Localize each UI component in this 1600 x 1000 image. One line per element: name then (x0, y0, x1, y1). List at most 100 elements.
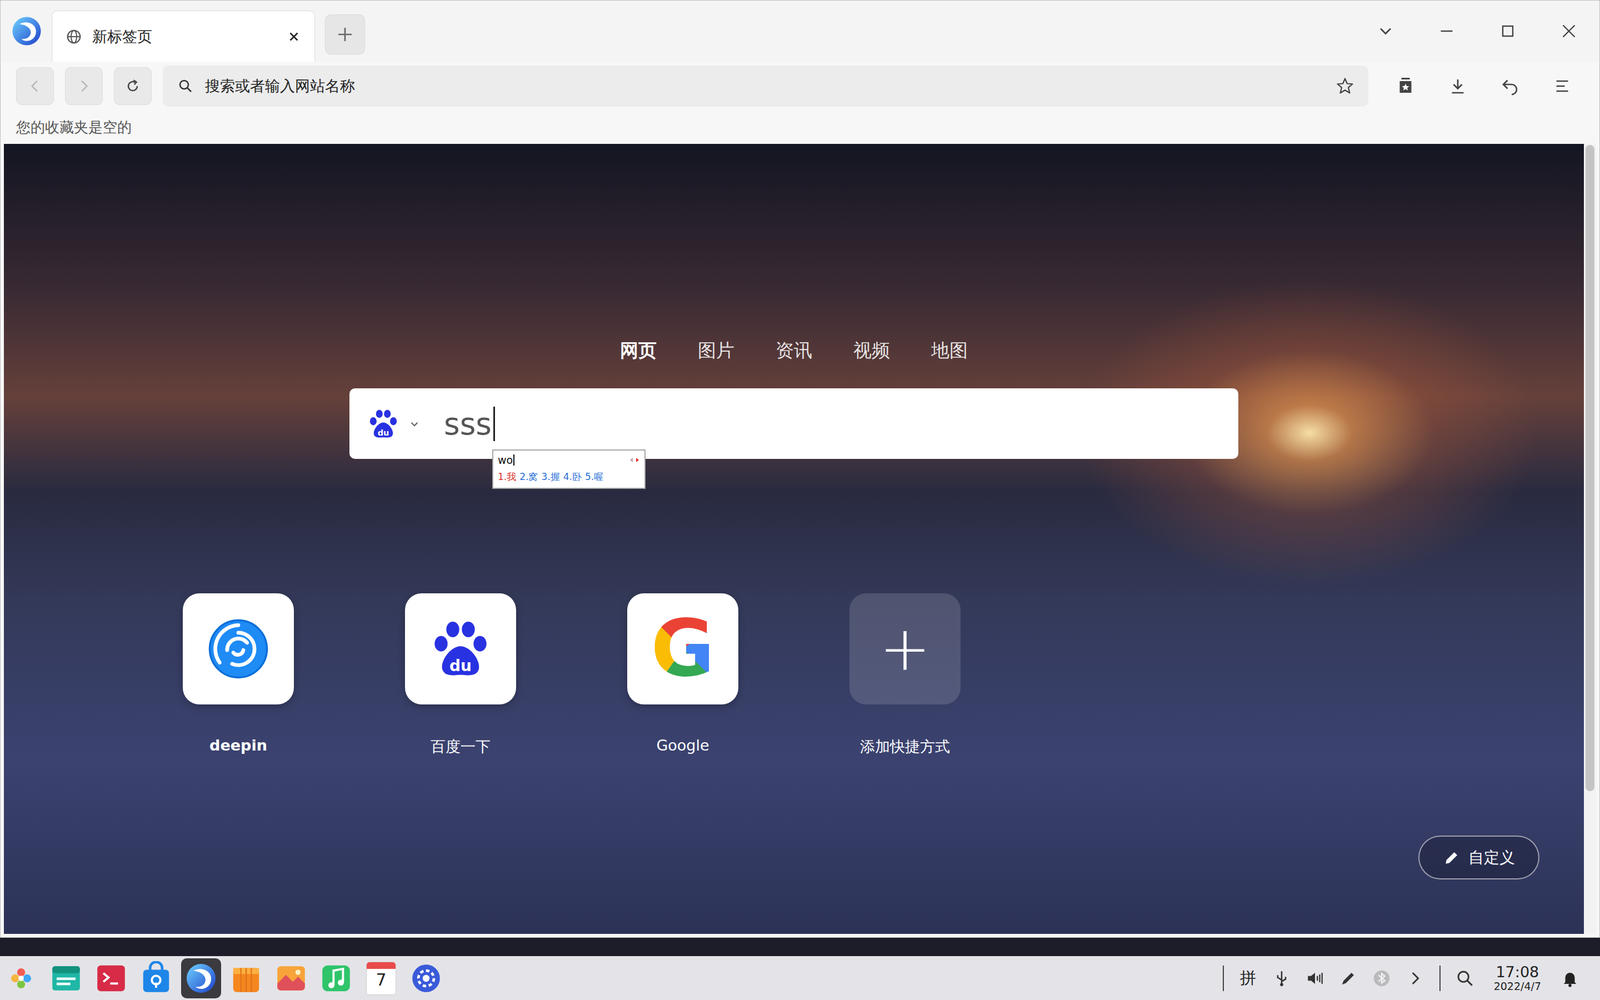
search-category[interactable]: 视频 (853, 338, 890, 364)
forward-arrow-icon (75, 77, 93, 95)
shortcut-tile[interactable]: G (627, 593, 739, 705)
taskbar-app[interactable] (271, 958, 312, 999)
ime-candidate[interactable]: 3.握 (541, 470, 560, 484)
search-category[interactable]: 图片 (697, 338, 735, 364)
reload-icon (123, 77, 142, 95)
browser-icon (183, 961, 219, 996)
close-icon (1558, 21, 1579, 42)
star-icon[interactable] (1335, 76, 1355, 97)
ime-candidate[interactable]: 4.卧 (563, 470, 582, 484)
scrollbar-thumb[interactable] (1585, 145, 1595, 792)
bluetooth-tray[interactable] (1365, 961, 1399, 995)
new-tab-button[interactable] (325, 14, 365, 55)
ime-candidate[interactable]: 1.我 (497, 470, 517, 484)
shortcut-tile[interactable] (182, 593, 294, 705)
plus-icon (335, 24, 355, 45)
taskbar-app[interactable] (136, 958, 177, 999)
desktop: 新标签页搜索或者输入网站名称您的收藏夹是空的网页图片资讯视频地图dussswo1… (0, 0, 1600, 1000)
ime-caret (513, 454, 515, 466)
pen-tray[interactable] (1331, 961, 1365, 995)
toolbar: 搜索或者输入网站名称 (0, 61, 1600, 111)
file-manager-icon (48, 961, 84, 996)
toolbar-actions (1379, 65, 1589, 107)
back-button[interactable] (16, 67, 54, 105)
image-viewer-icon (273, 961, 309, 996)
page-arrows-icon[interactable] (628, 456, 640, 464)
svg-text:du: du (377, 427, 390, 437)
search-category[interactable]: 地图 (931, 338, 968, 364)
tab-list-button[interactable] (1355, 0, 1417, 62)
shortcut-tile[interactable]: + (849, 593, 961, 705)
usb-tray[interactable] (1265, 961, 1299, 995)
chevron-down-icon (407, 416, 422, 432)
calendar-icon: 7 (366, 961, 397, 995)
pencil-icon (1442, 848, 1461, 867)
shortcut[interactable]: deepin (127, 593, 350, 757)
ime-candidate[interactable]: 5.喔 (585, 470, 604, 484)
volume-icon (1305, 968, 1325, 988)
clock[interactable]: 17:082022/4/7 (1493, 963, 1542, 993)
browser-tab[interactable]: 新标签页 (51, 10, 315, 62)
tray-expand-button[interactable] (1398, 961, 1432, 995)
shortcut-grid: deepin du 百度一下 G Google +添加快捷方式 (127, 593, 1461, 757)
close-button[interactable] (1538, 0, 1600, 62)
text-caret (493, 406, 495, 442)
music-icon (318, 961, 354, 996)
new-tab-page: 网页图片资讯视频地图dussswo1.我2.窝3.握4.卧5.喔deepindu… (3, 143, 1584, 934)
shortcut[interactable]: du 百度一下 (349, 593, 572, 757)
notification-tray[interactable] (1553, 961, 1587, 995)
minimize-button[interactable] (1416, 0, 1478, 62)
search-icon (177, 77, 194, 95)
forward-button[interactable] (65, 67, 103, 105)
launcher-icon (7, 965, 35, 992)
customize-label: 自定义 (1468, 847, 1515, 869)
shortcut[interactable]: G Google (571, 593, 794, 757)
chevron-down-icon (1375, 21, 1396, 42)
undo-button[interactable] (1483, 65, 1537, 107)
system-tray: 拼 17:082022/4/7 (1215, 961, 1587, 995)
customize-button[interactable]: 自定义 (1418, 835, 1540, 880)
taskbar-app[interactable] (1, 958, 42, 999)
taskbar-app[interactable] (226, 958, 267, 999)
volume-tray[interactable] (1298, 961, 1332, 995)
address-placeholder: 搜索或者输入网站名称 (205, 76, 1324, 97)
taskbar-app[interactable] (91, 958, 132, 999)
ime-candidate[interactable]: 2.窝 (519, 470, 538, 484)
search-tray[interactable] (1448, 961, 1482, 995)
download-icon (1447, 76, 1468, 97)
shop-icon (228, 961, 264, 996)
search-box[interactable]: dussswo1.我2.窝3.握4.卧5.喔 (349, 388, 1239, 459)
taskbar-app[interactable]: 7 (361, 958, 402, 999)
shortcut-label: 百度一下 (430, 736, 491, 757)
scrollbar[interactable] (1583, 143, 1597, 934)
input-method-label: 拼 (1240, 967, 1257, 990)
taskbar-app[interactable] (46, 958, 87, 999)
taskbar: 7 拼 17:082022/4/7 (0, 956, 1600, 1000)
add-glyph: + (879, 618, 931, 680)
shortcut-tile[interactable]: du (405, 593, 517, 705)
taskbar-app[interactable] (181, 958, 222, 999)
shortcut-label: Google (656, 736, 709, 754)
tray-separator (1439, 965, 1441, 992)
taskbar-app[interactable] (406, 958, 447, 999)
reload-button[interactable] (113, 67, 152, 105)
input-method-indicator[interactable]: 拼 (1231, 961, 1265, 995)
search-input[interactable]: sss (443, 406, 495, 442)
shortcut[interactable]: +添加快捷方式 (793, 593, 1017, 757)
menu-button[interactable] (1536, 65, 1589, 107)
baidu-paw-icon: du (429, 617, 492, 680)
search-engine-selector[interactable]: du (367, 407, 422, 440)
search-category[interactable]: 资讯 (775, 338, 813, 364)
pen-icon (1338, 968, 1358, 988)
close-tab-icon[interactable] (286, 29, 302, 44)
browser-logo-icon[interactable] (10, 15, 43, 48)
collections-button[interactable] (1379, 65, 1432, 107)
browser-window: 新标签页搜索或者输入网站名称您的收藏夹是空的网页图片资讯视频地图dussswo1… (0, 0, 1600, 938)
search-category[interactable]: 网页 (620, 338, 657, 364)
ime-candidate-popup: wo1.我2.窝3.握4.卧5.喔 (492, 449, 646, 489)
address-bar[interactable]: 搜索或者输入网站名称 (162, 65, 1369, 107)
maximize-button[interactable] (1477, 0, 1539, 62)
taskbar-app[interactable] (316, 958, 357, 999)
menu-icon (1552, 76, 1573, 97)
downloads-button[interactable] (1431, 65, 1484, 107)
